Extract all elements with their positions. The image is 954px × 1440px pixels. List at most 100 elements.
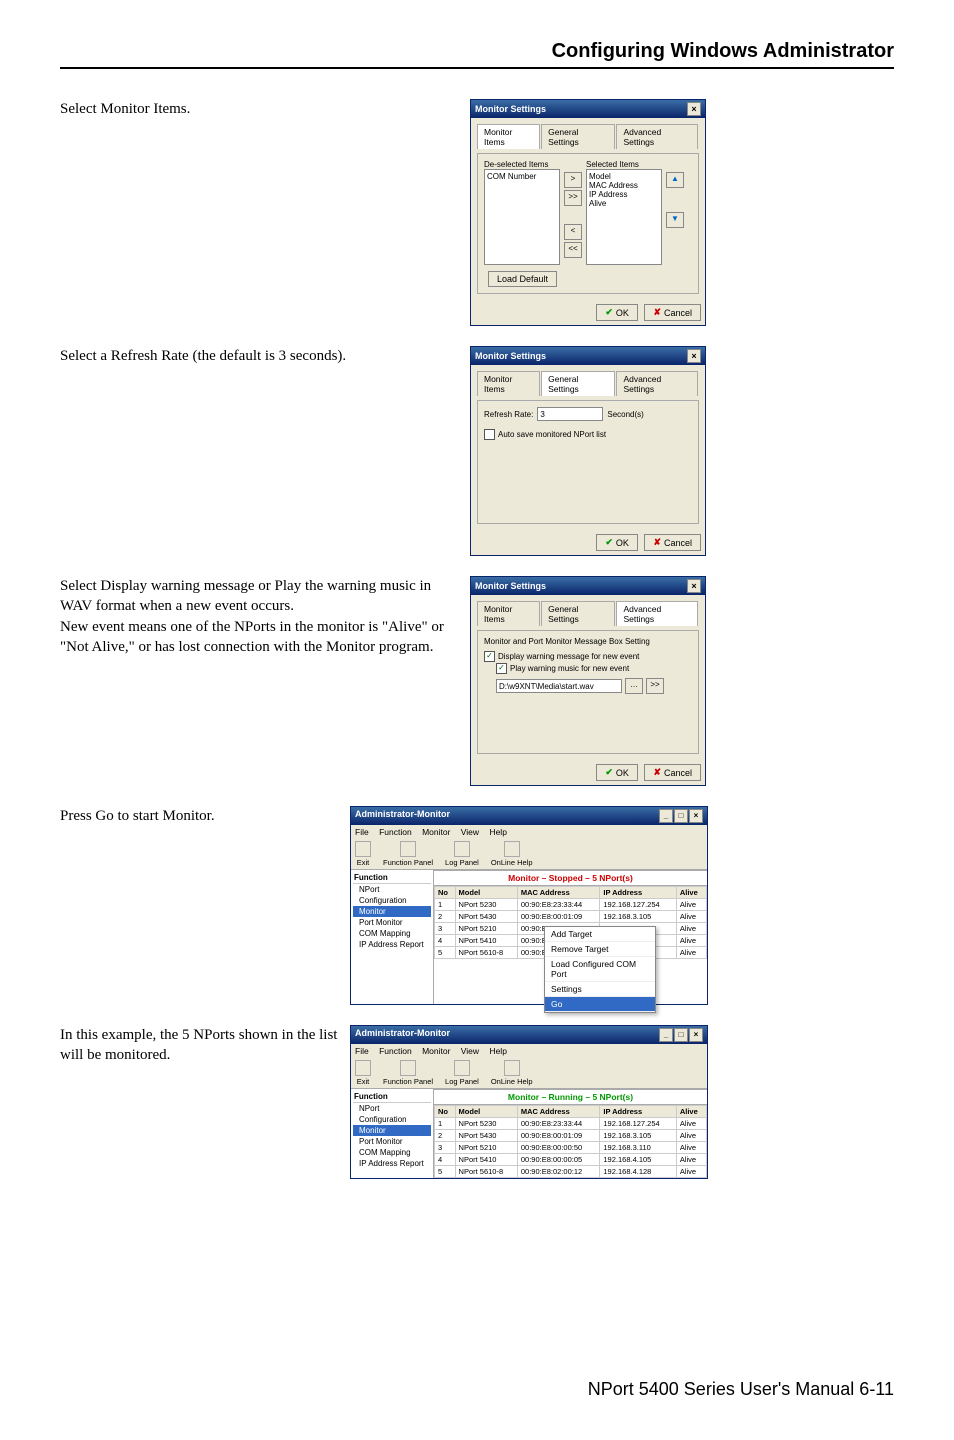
maximize-icon[interactable]: □ <box>674 1028 688 1042</box>
sidebar-header: Function <box>353 872 431 884</box>
ok-button[interactable]: ✔OK <box>596 534 638 551</box>
wav-path-input[interactable] <box>496 679 622 693</box>
col-alive[interactable]: Alive <box>676 1106 706 1118</box>
menu-monitor[interactable]: Monitor <box>422 1046 450 1056</box>
ctx-add-target[interactable]: Add Target <box>545 927 655 942</box>
cancel-button[interactable]: ✘Cancel <box>644 534 701 551</box>
move-left-button[interactable]: < <box>564 224 582 240</box>
sidebar-nport[interactable]: NPort <box>353 884 431 895</box>
menu-function[interactable]: Function <box>379 827 412 837</box>
page-header: Configuring Windows Administrator <box>60 40 894 69</box>
col-ip[interactable]: IP Address <box>600 1106 676 1118</box>
selected-list[interactable]: Model MAC Address IP Address Alive <box>586 169 662 265</box>
list-item[interactable]: IP Address <box>589 190 659 199</box>
tab-monitor-items[interactable]: Monitor Items <box>477 371 540 396</box>
browse-button-dots[interactable]: … <box>625 678 643 694</box>
table-row[interactable]: 1NPort 523000:90:E8:23:33:44192.168.127.… <box>435 1118 707 1130</box>
menu-help[interactable]: Help <box>489 1046 506 1056</box>
move-all-right-button[interactable]: >> <box>564 190 582 206</box>
tab-monitor-items[interactable]: Monitor Items <box>477 124 540 149</box>
col-model[interactable]: Model <box>455 887 517 899</box>
play-music-checkbox[interactable]: ✓Play warning music for new event <box>496 663 629 674</box>
table-row[interactable]: 3NPort 521000:90:E8:00:00:50192.168.3.11… <box>435 1142 707 1154</box>
auto-save-checkbox[interactable]: Auto save monitored NPort list <box>484 429 606 440</box>
tab-advanced-settings[interactable]: Advanced Settings <box>616 601 698 626</box>
tool-online-help[interactable]: OnLine Help <box>491 841 533 867</box>
menu-monitor[interactable]: Monitor <box>422 827 450 837</box>
table-row[interactable]: 4NPort 541000:90:E8:00:00:05192.168.4.10… <box>435 1154 707 1166</box>
col-no[interactable]: No <box>435 1106 456 1118</box>
sidebar-configuration[interactable]: Configuration <box>353 895 431 906</box>
col-mac[interactable]: MAC Address <box>517 1106 600 1118</box>
table-row[interactable]: 5NPort 5610-800:90:E8:02:00:12192.168.4.… <box>435 1166 707 1178</box>
ok-button[interactable]: ✔OK <box>596 304 638 321</box>
sidebar-configuration[interactable]: Configuration <box>353 1114 431 1125</box>
panel-icon <box>400 841 416 857</box>
col-model[interactable]: Model <box>455 1106 517 1118</box>
list-item[interactable]: MAC Address <box>589 181 659 190</box>
tool-function-panel[interactable]: Function Panel <box>383 1060 433 1086</box>
table-row[interactable]: 2NPort 543000:90:E8:00:01:09192.168.3.10… <box>435 1130 707 1142</box>
display-warning-checkbox[interactable]: ✓Display warning message for new event <box>484 651 639 662</box>
tool-exit[interactable]: Exit <box>355 1060 371 1086</box>
ctx-remove-target[interactable]: Remove Target <box>545 942 655 957</box>
close-icon[interactable]: × <box>689 1028 703 1042</box>
ctx-load-com[interactable]: Load Configured COM Port <box>545 957 655 982</box>
sidebar-port-monitor[interactable]: Port Monitor <box>353 917 431 928</box>
close-icon[interactable]: × <box>687 579 701 593</box>
sidebar-monitor[interactable]: Monitor <box>353 1125 431 1136</box>
minimize-icon[interactable]: _ <box>659 809 673 823</box>
tab-monitor-items[interactable]: Monitor Items <box>477 601 540 626</box>
ctx-go[interactable]: Go <box>545 997 655 1012</box>
menu-file[interactable]: File <box>355 1046 369 1056</box>
browse-button[interactable]: >> <box>646 678 664 694</box>
close-icon[interactable]: × <box>687 102 701 116</box>
load-default-button[interactable]: Load Default <box>488 271 557 287</box>
move-down-button[interactable]: ▼ <box>666 212 684 228</box>
tool-function-panel[interactable]: Function Panel <box>383 841 433 867</box>
col-ip[interactable]: IP Address <box>600 887 676 899</box>
move-up-button[interactable]: ▲ <box>666 172 684 188</box>
tool-log-panel[interactable]: Log Panel <box>445 1060 479 1086</box>
sidebar-nport[interactable]: NPort <box>353 1103 431 1114</box>
menu-file[interactable]: File <box>355 827 369 837</box>
menu-view[interactable]: View <box>461 827 479 837</box>
menu-view[interactable]: View <box>461 1046 479 1056</box>
sidebar-ip-report[interactable]: IP Address Report <box>353 1158 431 1169</box>
list-item[interactable]: COM Number <box>487 172 557 181</box>
move-all-left-button[interactable]: << <box>564 242 582 258</box>
list-item[interactable]: Alive <box>589 199 659 208</box>
list-item[interactable]: Model <box>589 172 659 181</box>
close-icon[interactable]: × <box>689 809 703 823</box>
tool-exit[interactable]: Exit <box>355 841 371 867</box>
table-row[interactable]: 1NPort 523000:90:E8:23:33:44192.168.127.… <box>435 899 707 911</box>
menu-function[interactable]: Function <box>379 1046 412 1056</box>
tool-online-help[interactable]: OnLine Help <box>491 1060 533 1086</box>
sidebar-com-mapping[interactable]: COM Mapping <box>353 928 431 939</box>
col-no[interactable]: No <box>435 887 456 899</box>
move-right-button[interactable]: > <box>564 172 582 188</box>
sidebar-port-monitor[interactable]: Port Monitor <box>353 1136 431 1147</box>
maximize-icon[interactable]: □ <box>674 809 688 823</box>
ok-button[interactable]: ✔OK <box>596 764 638 781</box>
tab-general-settings[interactable]: General Settings <box>541 124 615 149</box>
tab-advanced-settings[interactable]: Advanced Settings <box>616 371 698 396</box>
close-icon[interactable]: × <box>687 349 701 363</box>
minimize-icon[interactable]: _ <box>659 1028 673 1042</box>
tool-log-panel[interactable]: Log Panel <box>445 841 479 867</box>
sidebar-monitor[interactable]: Monitor <box>353 906 431 917</box>
ctx-settings[interactable]: Settings <box>545 982 655 997</box>
col-mac[interactable]: MAC Address <box>517 887 600 899</box>
sidebar-ip-report[interactable]: IP Address Report <box>353 939 431 950</box>
deselected-list[interactable]: COM Number <box>484 169 560 265</box>
cancel-button[interactable]: ✘Cancel <box>644 764 701 781</box>
tab-advanced-settings[interactable]: Advanced Settings <box>616 124 698 149</box>
table-row[interactable]: 2NPort 543000:90:E8:00:01:09192.168.3.10… <box>435 911 707 923</box>
menu-help[interactable]: Help <box>489 827 506 837</box>
cancel-button[interactable]: ✘Cancel <box>644 304 701 321</box>
tab-general-settings[interactable]: General Settings <box>541 371 615 396</box>
tab-general-settings[interactable]: General Settings <box>541 601 615 626</box>
refresh-rate-input[interactable] <box>537 407 603 421</box>
sidebar-com-mapping[interactable]: COM Mapping <box>353 1147 431 1158</box>
col-alive[interactable]: Alive <box>676 887 706 899</box>
